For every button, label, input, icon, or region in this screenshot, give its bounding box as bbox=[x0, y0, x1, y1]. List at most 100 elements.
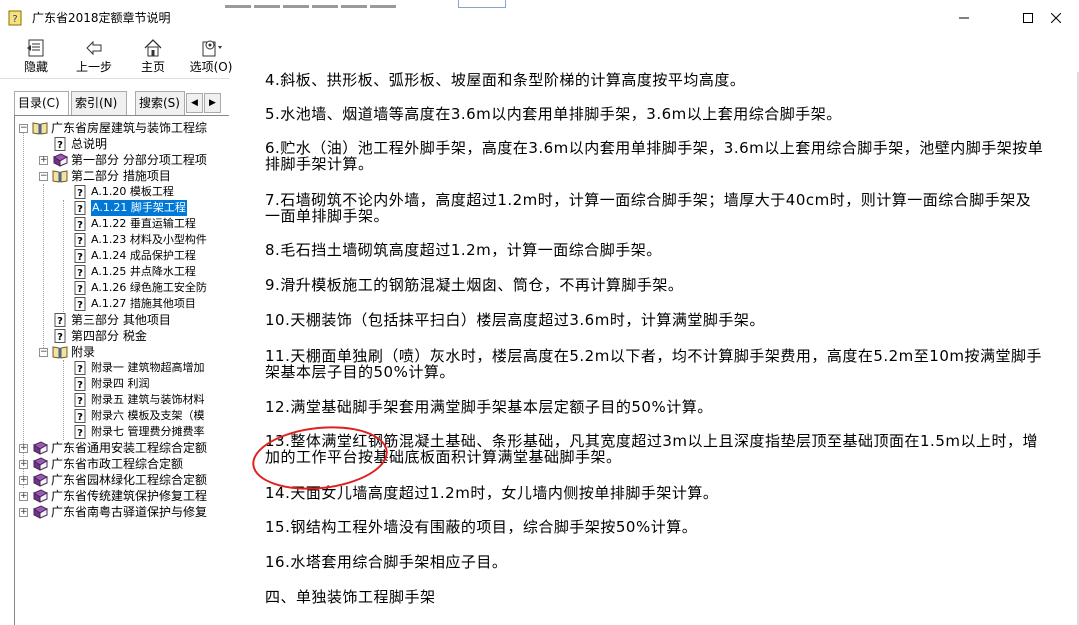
home-button[interactable]: 主页 bbox=[134, 36, 172, 76]
options-button[interactable]: 选项(O) bbox=[186, 36, 236, 76]
chevron-right-icon: ▶ bbox=[209, 98, 216, 108]
paragraph-12: 12.满堂基础脚手架套用满堂脚手架基本层定额子目的50%计算。 bbox=[265, 398, 713, 416]
home-button-label: 主页 bbox=[140, 60, 165, 74]
paragraph-15: 15.钢结构工程外墙没有围蔽的项目，综合脚手架按50%计算。 bbox=[265, 518, 698, 536]
tree-item[interactable]: ? 附录六 模板及支架（模 bbox=[59, 408, 205, 424]
tree-item[interactable]: ? 第四部分 税金 bbox=[39, 328, 147, 344]
tree-item-label: A.1.26 绿色施工安全防 bbox=[91, 281, 207, 294]
tree-item[interactable]: ? A.1.24 成品保护工程 bbox=[59, 248, 196, 264]
collapse-minus-icon[interactable]: − bbox=[39, 347, 48, 357]
tree-item-label: 附录六 模板及支架（模 bbox=[91, 409, 205, 422]
tree-item-label: 附录四 利润 bbox=[91, 377, 150, 390]
help-page-icon: ? bbox=[52, 313, 68, 327]
tree-item-label: 广东省市政工程综合定额 bbox=[51, 457, 184, 471]
tab-scroll-left-button[interactable]: ◀ bbox=[186, 93, 203, 113]
tree-item[interactable]: ? A.1.27 措施其他项目 bbox=[59, 296, 196, 312]
expand-plus-icon[interactable]: + bbox=[19, 475, 28, 485]
tree-item[interactable]: ? A.1.20 模板工程 bbox=[59, 184, 174, 200]
svg-text:?: ? bbox=[57, 140, 63, 151]
tree-item[interactable]: ? 第三部分 其他项目 bbox=[39, 312, 171, 328]
tree-item[interactable]: ? 附录七 管理费分摊费率 bbox=[59, 424, 205, 440]
svg-text:?: ? bbox=[12, 14, 17, 25]
help-page-icon: ? bbox=[72, 377, 88, 391]
tree-item[interactable]: + 广东省通用安装工程综合定额 bbox=[19, 440, 207, 456]
tree-item[interactable]: ? 附录一 建筑物超高增加 bbox=[59, 360, 205, 376]
tree-item[interactable]: − 第二部分 措施项目 bbox=[39, 168, 171, 184]
help-page-icon: ? bbox=[72, 265, 88, 279]
tree-item[interactable]: + 广东省市政工程综合定额 bbox=[19, 456, 183, 472]
chevron-left-icon: ◀ bbox=[191, 98, 198, 108]
hide-button-label: 隐藏 bbox=[23, 60, 48, 74]
collapse-minus-icon[interactable]: − bbox=[39, 171, 48, 181]
tab-search[interactable]: 搜索(S) bbox=[135, 91, 185, 115]
help-page-icon: ? bbox=[72, 409, 88, 423]
tree-item-label: A.1.23 材料及小型构件 bbox=[91, 233, 207, 246]
tree-item[interactable]: + 广东省传统建筑保护修复工程 bbox=[19, 488, 207, 504]
tree-item-label: 广东省南粤古驿道保护与修复 bbox=[51, 505, 208, 519]
tree-item[interactable]: + 广东省南粤古驿道保护与修复 bbox=[19, 504, 207, 520]
tree-item[interactable]: + 广东省园林绿化工程综合定额 bbox=[19, 472, 207, 488]
back-button[interactable]: 上一步 bbox=[72, 36, 116, 76]
paragraph-10: 10.天棚装饰（包括抹平扫白）楼层高度超过3.6m时，计算满堂脚手架。 bbox=[265, 311, 765, 329]
svg-text:?: ? bbox=[77, 268, 83, 279]
tree-item-label: 第一部分 分部分项工程项 bbox=[71, 153, 207, 167]
expand-plus-icon[interactable]: + bbox=[19, 459, 28, 469]
tree-item[interactable]: ? 附录五 建筑与装饰材料 bbox=[59, 392, 205, 408]
tab-scroll-right-button[interactable]: ▶ bbox=[204, 93, 221, 113]
back-arrow-icon bbox=[86, 40, 102, 56]
contents-tree: − 广东省房屋建筑与装饰工程综? 总说明 + 第一部分 分部分项工程项 − 第二部分 措施项… bbox=[14, 115, 229, 625]
navigation-tabs: 目录(C) 索引(N) 搜索(S) ◀ ▶ bbox=[14, 91, 229, 116]
expand-plus-icon[interactable]: + bbox=[39, 155, 48, 165]
tree-item[interactable]: ? A.1.26 绿色施工安全防 bbox=[59, 280, 207, 296]
expand-plus-icon[interactable]: + bbox=[19, 443, 28, 453]
tree-item-label: 第四部分 税金 bbox=[71, 329, 147, 343]
tree-item-label: 附录 bbox=[71, 345, 96, 359]
tree-item-label: 附录一 建筑物超高增加 bbox=[91, 361, 205, 374]
help-page-icon: ? bbox=[72, 425, 88, 439]
expand-plus-icon[interactable]: + bbox=[19, 491, 28, 501]
tree-item-label: 广东省传统建筑保护修复工程 bbox=[51, 489, 208, 503]
tree-item-label: A.1.24 成品保护工程 bbox=[91, 249, 196, 262]
help-page-icon: ? bbox=[72, 217, 88, 231]
options-icon bbox=[202, 40, 222, 57]
paragraph-9: 9.滑升模板施工的钢筋混凝土烟囱、筒仓，不再计算脚手架。 bbox=[265, 276, 684, 294]
topic-content: 4.斜板、拱形板、弧形板、坡屋面和条型阶梯的计算高度按平均高度。 5.水池墙、烟… bbox=[232, 72, 1079, 625]
svg-text:?: ? bbox=[57, 316, 63, 327]
tree-item[interactable]: − 广东省房屋建筑与装饰工程综 bbox=[19, 120, 207, 136]
tree-item[interactable]: ? A.1.21 脚手架工程 bbox=[59, 200, 187, 216]
tree-item[interactable]: ? A.1.23 材料及小型构件 bbox=[59, 232, 207, 248]
tree-connector bbox=[23, 128, 24, 488]
hide-button[interactable]: 隐藏 bbox=[14, 36, 58, 76]
svg-text:?: ? bbox=[77, 380, 83, 391]
hide-panel-icon bbox=[27, 39, 44, 57]
tree-item[interactable]: ? A.1.22 垂直运输工程 bbox=[59, 216, 196, 232]
svg-text:?: ? bbox=[77, 428, 83, 439]
svg-text:?: ? bbox=[77, 412, 83, 423]
navigation-panel: 目录(C) 索引(N) 搜索(S) ◀ ▶ − 广东省房屋建筑与装饰工程综? 总说明… bbox=[0, 78, 229, 625]
tree-item-label: 附录七 管理费分摊费率 bbox=[91, 425, 205, 438]
tree-item[interactable]: ? 总说明 bbox=[39, 136, 107, 152]
tab-contents[interactable]: 目录(C) bbox=[14, 91, 69, 116]
svg-text:?: ? bbox=[77, 204, 83, 215]
svg-text:?: ? bbox=[77, 364, 83, 375]
help-page-icon: ? bbox=[72, 233, 88, 247]
closed-book-icon bbox=[32, 457, 49, 471]
tree-item-label: A.1.20 模板工程 bbox=[91, 185, 174, 198]
tree-item-label: 第三部分 其他项目 bbox=[71, 313, 171, 327]
expand-plus-icon[interactable]: + bbox=[19, 507, 28, 517]
tree-item[interactable]: ? A.1.25 井点降水工程 bbox=[59, 264, 196, 280]
tree-item[interactable]: − 附录 bbox=[39, 344, 95, 360]
svg-text:?: ? bbox=[57, 332, 63, 343]
minimize-button[interactable] bbox=[941, 0, 987, 36]
collapse-minus-icon[interactable]: − bbox=[19, 123, 28, 133]
window-title: 广东省2018定额章节说明 bbox=[32, 11, 171, 25]
tree-item[interactable]: + 第一部分 分部分项工程项 bbox=[39, 152, 207, 168]
paragraph-5: 5.水池墙、烟道墙等高度在3.6m以内套用单排脚手架，3.6m以上套用综合脚手架… bbox=[265, 105, 842, 123]
maximize-icon bbox=[1023, 13, 1033, 23]
tree-item[interactable]: ? 附录四 利润 bbox=[59, 376, 150, 392]
paragraph-7: 7.石墙砌筑不论内外墙，高度超过1.2m时，计算一面综合脚手架；墙厚大于40cm… bbox=[265, 191, 1032, 225]
svg-text:?: ? bbox=[77, 396, 83, 407]
close-button[interactable] bbox=[1033, 0, 1079, 36]
paragraph-6: 6.贮水（油）池工程外脚手架，高度在3.6m以内套用单排脚手架，3.6m以上套用… bbox=[265, 139, 1044, 173]
tab-index[interactable]: 索引(N) bbox=[71, 91, 127, 115]
